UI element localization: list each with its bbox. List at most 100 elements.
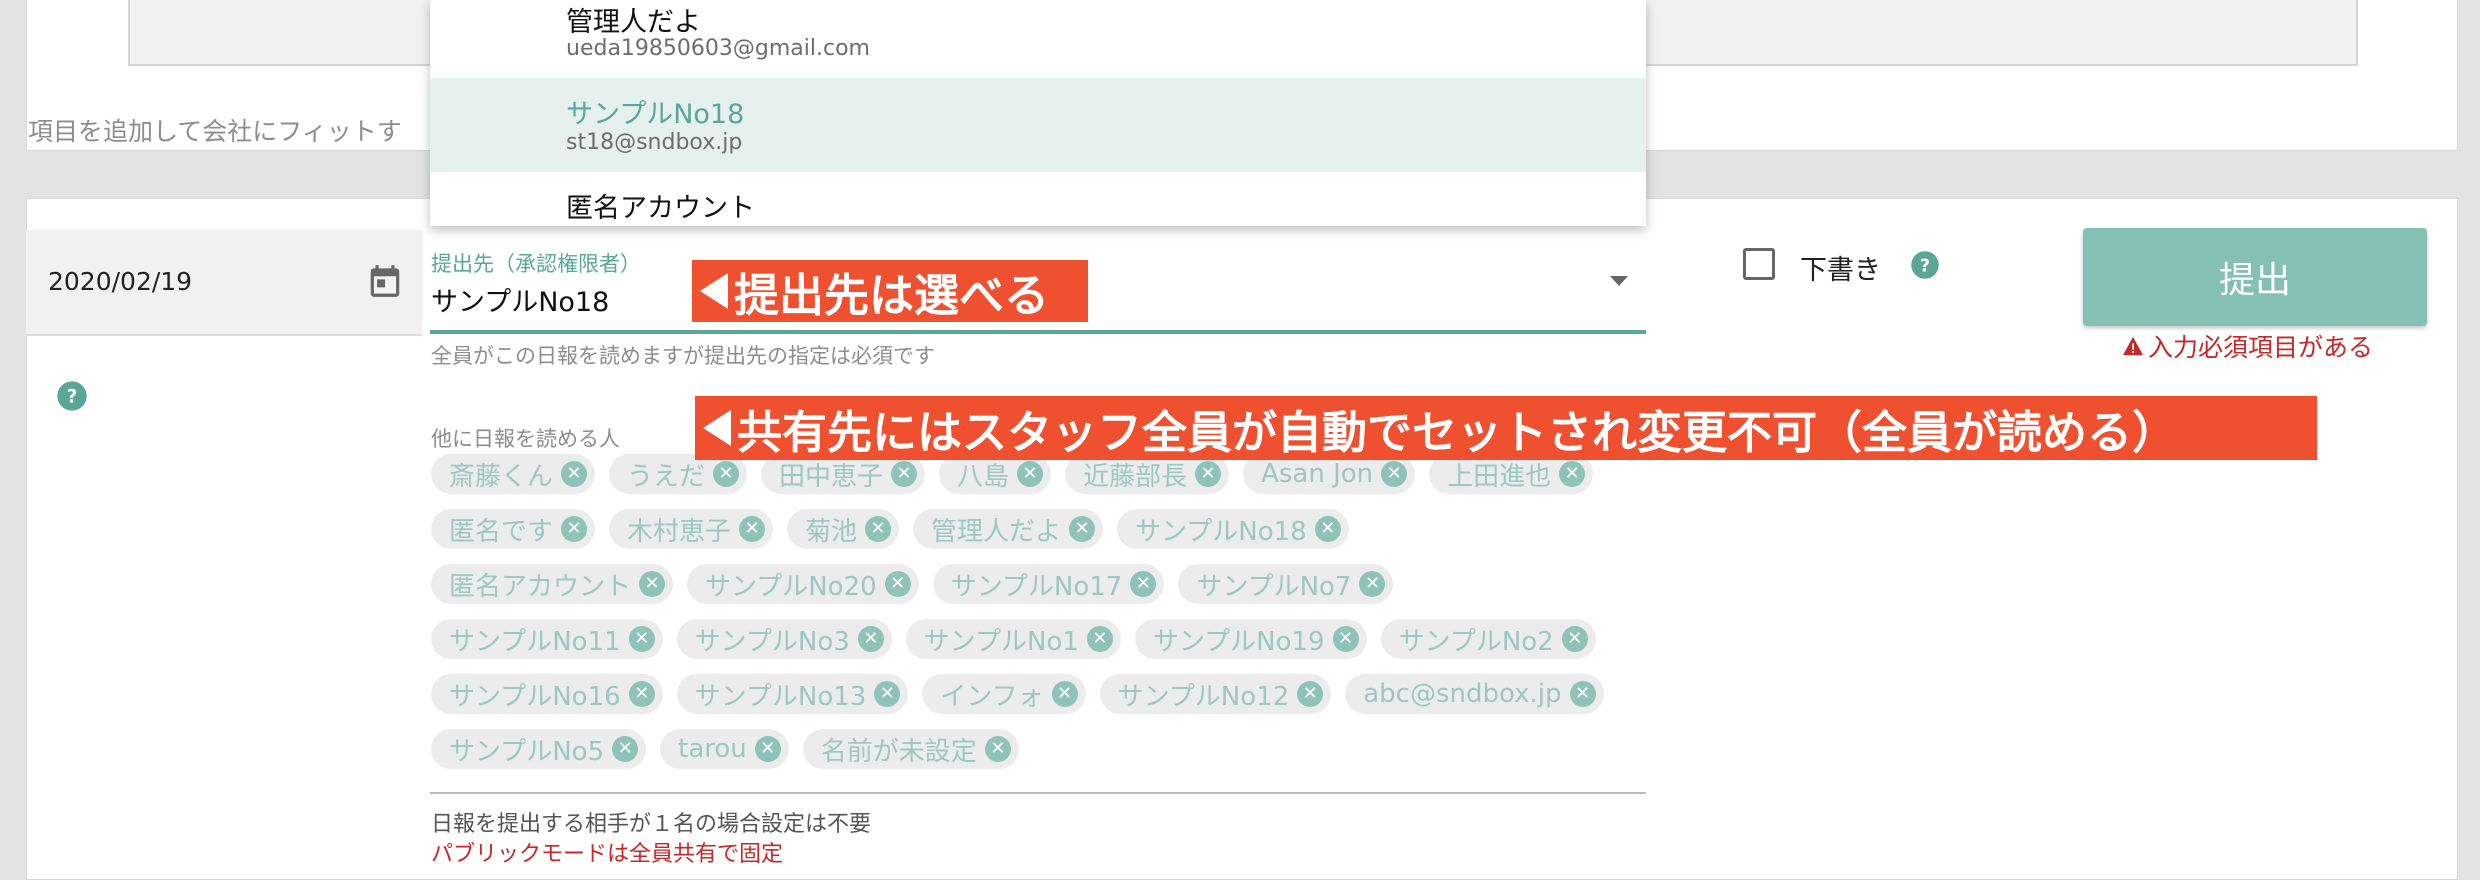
chip-remove-icon[interactable]: ✕ — [1314, 516, 1341, 542]
menu-item-name: 管理人だよ — [566, 7, 701, 38]
add-items-hint: 項目を追加して会社にフィットす — [28, 117, 402, 146]
chip-remove-icon[interactable]: ✕ — [1017, 461, 1044, 487]
reader-chip: サンプルNo19 ✕ — [1134, 619, 1367, 659]
calendar-icon[interactable] — [366, 262, 404, 300]
chip-remove-icon[interactable]: ✕ — [612, 736, 639, 762]
reader-chip-label: 近藤部長 — [1083, 461, 1188, 492]
reader-chip-label: サンプルNo17 — [950, 571, 1123, 602]
reader-chip-label: 田中恵子 — [779, 461, 884, 492]
svg-text:?: ? — [1920, 256, 1930, 276]
submit-button[interactable]: 提出 — [2083, 228, 2427, 326]
menu-item-name: サンプルNo18 — [566, 99, 745, 130]
reader-chip-label: 管理人だよ — [931, 516, 1062, 547]
reader-chip-label: Asan Jon — [1261, 459, 1374, 489]
chip-remove-icon[interactable]: ✕ — [628, 681, 655, 707]
required-warning-text: 入力必須項目がある — [2148, 333, 2374, 362]
reader-chip-label: tarou — [678, 734, 747, 764]
triangle-left-icon — [700, 273, 728, 309]
draft-checkbox[interactable] — [1743, 248, 1775, 280]
reader-chip: サンプルNo3 ✕ — [676, 619, 892, 659]
menu-item[interactable]: 管理人だよ ueda19850603@gmail.com — [430, 0, 1646, 78]
reader-chip: abc@sndbox.jp ✕ — [1345, 674, 1604, 714]
warning-icon — [2123, 336, 2143, 356]
reader-chip-label: サンプルNo19 — [1152, 626, 1325, 657]
chip-remove-icon[interactable]: ✕ — [1561, 626, 1588, 652]
reader-chip-label: 匿名です — [449, 516, 554, 547]
submit-to-underline — [430, 330, 1646, 334]
chip-remove-icon[interactable]: ✕ — [1086, 626, 1113, 652]
reader-chip-label: 上田進也 — [1447, 461, 1552, 492]
chip-row: 匿名アカウント ✕ サンプルNo20 ✕ サンプルNo17 ✕ サンプルNo7 ✕ — [431, 564, 1647, 606]
reader-chip: サンプルNo12 ✕ — [1099, 674, 1332, 714]
reader-chip: 匿名アカウント ✕ — [431, 564, 674, 604]
reader-chip-label: サンプルNo18 — [1135, 516, 1307, 547]
submit-to-select[interactable]: サンプルNo18 — [431, 280, 609, 319]
reader-chip-label: サンプルNo5 — [449, 736, 605, 767]
chip-remove-icon[interactable]: ✕ — [713, 461, 740, 487]
reader-chip-label: サンプルNo7 — [1196, 571, 1352, 602]
help-icon[interactable]: ? — [56, 380, 88, 412]
reader-chip-label: 菊池 — [805, 516, 858, 547]
reader-chip: うえだ ✕ — [609, 454, 748, 494]
chip-remove-icon[interactable]: ✕ — [739, 516, 766, 542]
reader-chip: サンプルNo2 ✕ — [1380, 619, 1596, 659]
reader-chip: サンプルNo11 ✕ — [431, 619, 663, 659]
menu-item-selected[interactable]: サンプルNo18 st18@sndbox.jp — [430, 78, 1646, 172]
chip-remove-icon[interactable]: ✕ — [884, 571, 911, 597]
reader-chip: サンプルNo20 ✕ — [687, 564, 919, 604]
chip-remove-icon[interactable]: ✕ — [1381, 461, 1408, 487]
triangle-left-icon — [703, 410, 731, 446]
readers-chip-list: 斎藤くん ✕ うえだ ✕ 田中恵子 ✕ 八島 ✕ 近藤部長 ✕ Asan Jon ✕ 上田進也 ✕ 匿名です… — [431, 454, 1647, 784]
reader-chip: 菊池 ✕ — [787, 509, 900, 549]
chip-remove-icon[interactable]: ✕ — [1130, 571, 1157, 597]
chip-remove-icon[interactable]: ✕ — [1297, 681, 1324, 707]
chip-remove-icon[interactable]: ✕ — [1359, 571, 1386, 597]
chip-remove-icon[interactable]: ✕ — [754, 736, 781, 762]
reader-chip: tarou ✕ — [660, 729, 789, 769]
chip-row: サンプルNo5 ✕ tarou ✕ 名前が未設定 ✕ — [431, 729, 1647, 771]
reader-chip-label: サンプルNo13 — [694, 681, 867, 712]
annotation-text: 提出先は選べる — [734, 268, 1050, 322]
chip-remove-icon[interactable]: ✕ — [1559, 461, 1586, 487]
readers-label: 他に日報を読める人 — [431, 427, 620, 451]
reader-chip-label: 八島 — [957, 461, 1010, 492]
reader-chip: インフォ ✕ — [922, 674, 1086, 714]
chip-remove-icon[interactable]: ✕ — [984, 736, 1011, 762]
menu-item-email: ueda19850603@gmail.com — [566, 36, 870, 61]
draft-label: 下書き — [1800, 255, 1881, 286]
reader-chip-label: サンプルNo3 — [694, 626, 850, 657]
menu-item-name: 匿名アカウント — [566, 193, 755, 224]
help-icon[interactable]: ? — [1910, 250, 1940, 280]
readers-underline — [430, 792, 1646, 794]
reader-chip-label: 斎藤くん — [449, 461, 554, 492]
chevron-down-icon[interactable] — [1610, 276, 1628, 286]
chip-remove-icon[interactable]: ✕ — [1569, 681, 1596, 707]
reader-chip: サンプルNo5 ✕ — [431, 729, 647, 769]
chip-remove-icon[interactable]: ✕ — [1332, 626, 1359, 652]
chip-row: サンプルNo16 ✕ サンプルNo13 ✕ インフォ ✕ サンプルNo12 ✕ abc@sndb… — [431, 674, 1647, 716]
chip-remove-icon[interactable]: ✕ — [891, 461, 918, 487]
reader-chip-label: サンプルNo2 — [1398, 626, 1554, 657]
reader-chip: 匿名です ✕ — [431, 509, 596, 549]
reader-chip: サンプルNo7 ✕ — [1178, 564, 1394, 604]
chip-remove-icon[interactable]: ✕ — [1051, 681, 1078, 707]
menu-item[interactable]: 匿名アカウント — [430, 172, 1646, 226]
svg-text:?: ? — [67, 387, 78, 408]
reader-chip: サンプルNo17 ✕ — [932, 564, 1165, 604]
date-value: 2020/02/19 — [48, 267, 193, 296]
chip-remove-icon[interactable]: ✕ — [865, 516, 892, 542]
reader-chip-label: 名前が未設定 — [820, 736, 977, 767]
chip-remove-icon[interactable]: ✕ — [1195, 461, 1222, 487]
reader-chip: サンプルNo13 ✕ — [676, 674, 909, 714]
reader-chip-label: サンプルNo16 — [449, 681, 621, 712]
chip-remove-icon[interactable]: ✕ — [561, 461, 588, 487]
chip-remove-icon[interactable]: ✕ — [628, 626, 655, 652]
chip-remove-icon[interactable]: ✕ — [874, 681, 901, 707]
reader-chip: サンプルNo16 ✕ — [431, 674, 663, 714]
reader-chip-label: サンプルNo1 — [923, 626, 1079, 657]
chip-remove-icon[interactable]: ✕ — [639, 571, 666, 597]
chip-remove-icon[interactable]: ✕ — [561, 516, 588, 542]
chip-remove-icon[interactable]: ✕ — [857, 626, 884, 652]
submit-to-helper: 全員がこの日報を読めますが提出先の指定は必須です — [431, 344, 935, 368]
chip-remove-icon[interactable]: ✕ — [1069, 516, 1096, 542]
